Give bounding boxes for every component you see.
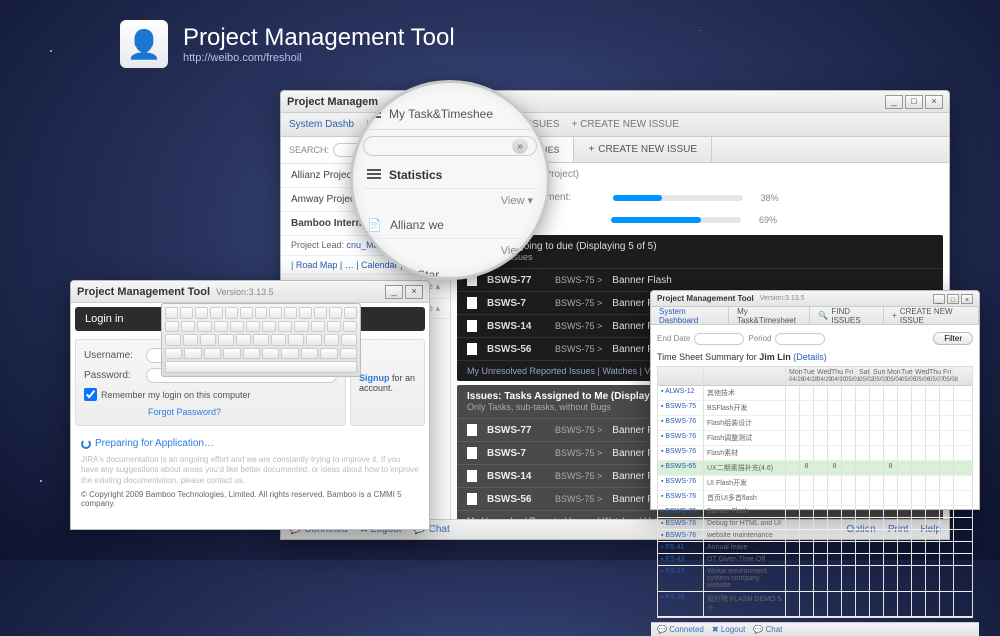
remember-label: Remember my login on this computer xyxy=(101,390,251,400)
ts-user: Jim Lin xyxy=(759,352,791,362)
login-blurb: JIRA's documentation is an ongoing effor… xyxy=(81,455,419,486)
chevron-right-icon: » xyxy=(512,138,528,154)
remember-checkbox[interactable] xyxy=(84,388,97,401)
doc-icon xyxy=(467,470,477,482)
ts-close[interactable]: × xyxy=(961,294,973,304)
ts-maximize[interactable]: □ xyxy=(947,294,959,304)
hero-avatar: 👤 xyxy=(120,20,168,68)
preparing-text: Preparing for Application… xyxy=(95,438,214,449)
timesheet-row[interactable]: ▪ FS-28設計院 FLASH DEMO 5 个 xyxy=(658,592,972,617)
mag-tab-label: My Task&Timeshee xyxy=(389,107,493,121)
timesheet-row[interactable]: ▪ FS-43OT Given Time Off xyxy=(658,554,972,566)
login-close[interactable]: × xyxy=(405,285,423,299)
timesheet-row[interactable]: ▪ FS-27Wokai environment system company … xyxy=(658,566,972,592)
progress-bar-2 xyxy=(611,217,741,223)
signup-link[interactable]: Signup xyxy=(359,373,390,383)
timesheet-row[interactable]: ▪ BSWS-76Flash素材 xyxy=(658,446,972,461)
ts-tab-dashboard[interactable]: System Dashboard xyxy=(651,307,729,324)
hero-url: http://weibo.com/freshoil xyxy=(183,52,455,64)
ts-tab-tasks[interactable]: My Task&Timesheet xyxy=(729,307,810,324)
magnifier-lens: My Task&Timeshee » Statistics View ▾ 📄Al… xyxy=(350,80,550,280)
timesheet-row[interactable]: ▪ BSWS-76Debug for HTML and UI xyxy=(658,518,972,530)
mag-search[interactable]: » xyxy=(363,136,537,156)
end-date-input[interactable] xyxy=(694,333,744,345)
ts-chat[interactable]: 💬 Chat xyxy=(753,625,782,634)
virtual-keyboard[interactable] xyxy=(161,303,361,377)
period-label: Period xyxy=(748,334,771,343)
maximize-button[interactable]: □ xyxy=(905,95,923,109)
ts-minimize[interactable]: _ xyxy=(933,294,945,304)
issue-row[interactable]: BSWS-77BSWS-75 >Banner Flash xyxy=(457,268,943,291)
end-date-label: End Date xyxy=(657,334,690,343)
hero-title: Project Management Tool xyxy=(183,24,455,52)
timesheet-row[interactable]: ▪ BSWS-76Flash组装设计 xyxy=(658,416,972,431)
main-title: Project Managem xyxy=(287,96,378,108)
doc-icon xyxy=(467,297,477,309)
doc-icon xyxy=(467,343,477,355)
spinner-icon xyxy=(81,439,91,449)
doc-icon xyxy=(467,447,477,459)
password-label: Password: xyxy=(84,370,142,381)
timesheet-row[interactable]: ▪ ALWS-12其他技术 xyxy=(658,386,972,401)
ts-details-link[interactable]: (Details) xyxy=(793,352,827,362)
file-icon: 📄 xyxy=(367,218,382,232)
period-input[interactable] xyxy=(775,333,825,345)
search-label: SEARCH: xyxy=(289,145,329,155)
tab-create-issue[interactable]: + CREATE NEW ISSUE xyxy=(574,137,712,162)
timesheet-row[interactable]: ▪ BSWS-76Flash调整测试 xyxy=(658,431,972,446)
timesheet-row[interactable]: ▪ BSWS-76website maintenance xyxy=(658,530,972,542)
login-minimize[interactable]: _ xyxy=(385,285,403,299)
close-button[interactable]: × xyxy=(925,95,943,109)
login-title: Project Management Tool xyxy=(77,286,210,298)
bars-icon xyxy=(367,169,381,181)
ts-tab-find[interactable]: 🔍 FIND ISSUES xyxy=(810,307,884,324)
timesheet-row[interactable]: ▪ BSWS-76UI Flash开发 xyxy=(658,476,972,491)
timesheet-row[interactable]: ▪ BSWS-65UX二期素描补充(4.6)888 xyxy=(658,461,972,476)
menu-dashboard[interactable]: System Dashb xyxy=(289,119,354,130)
filter-button[interactable]: Filter xyxy=(933,332,973,345)
username-label: Username: xyxy=(84,350,142,361)
login-window: Project Management Tool Version:3.13.5 _… xyxy=(70,280,430,530)
timesheet-row[interactable]: ▪ BSWS-76Banner Flash xyxy=(658,506,972,518)
timesheet-window: Project Management Tool Version:3.13.5 _… xyxy=(650,290,980,510)
doc-icon xyxy=(467,493,477,505)
ts-tab-create[interactable]: + CREATE NEW ISSUE xyxy=(884,307,979,324)
login-version: Version:3.13.5 xyxy=(216,287,274,297)
ts-title: Project Management Tool xyxy=(657,294,754,303)
ts-connected[interactable]: 💬 Conneted xyxy=(657,625,704,634)
minimize-button[interactable]: _ xyxy=(885,95,903,109)
menu-create[interactable]: + CREATE NEW ISSUE xyxy=(572,119,679,130)
progress-bar-1 xyxy=(613,195,743,201)
forgot-password-link[interactable]: Forgot Password? xyxy=(148,407,337,417)
timesheet-row[interactable]: ▪ FS-41Annual leave xyxy=(658,542,972,554)
timesheet-row[interactable]: ▪ BSWS-76首页UI多首flash xyxy=(658,491,972,506)
ts-logout[interactable]: ✖ Logout xyxy=(712,625,745,634)
copyright: © Copyright 2009 Bamboo Technologies, Li… xyxy=(81,490,419,508)
doc-icon xyxy=(467,320,477,332)
doc-icon xyxy=(467,424,477,436)
timesheet-row[interactable]: ▪ BSWS-75BSFlash开发 xyxy=(658,401,972,416)
